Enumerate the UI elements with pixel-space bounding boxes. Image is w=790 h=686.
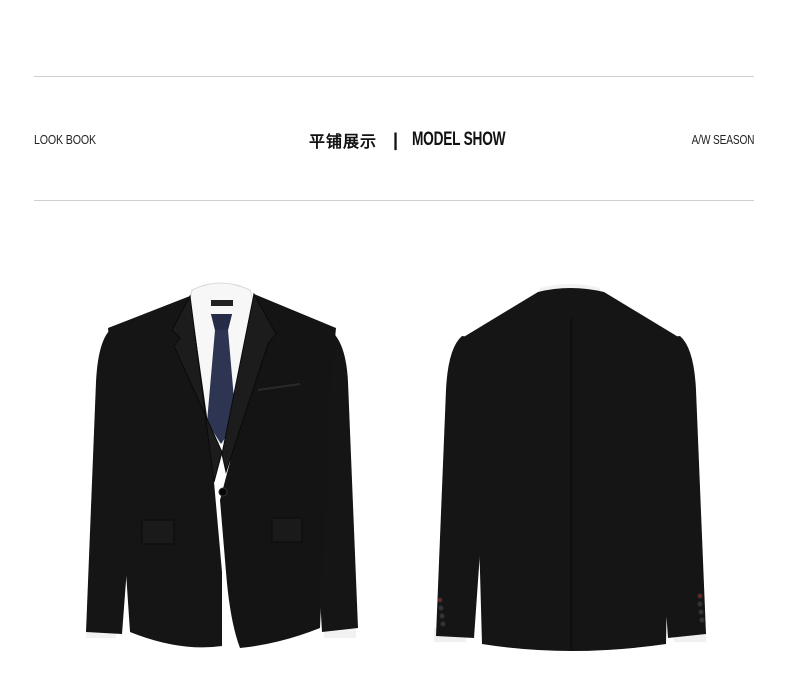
look-book-label: LOOK BOOK	[34, 132, 96, 147]
title-chinese: 平铺展示	[309, 132, 378, 151]
suit-jacket-back-image	[434, 284, 706, 651]
season-label: A/W SEASON	[691, 132, 754, 147]
section-title: 平铺展示 | MODEL SHOW	[309, 128, 542, 152]
title-english: MODEL SHOW	[412, 129, 506, 150]
bottom-divider	[34, 200, 754, 201]
top-divider	[34, 76, 754, 77]
suit-jacket-front-image	[86, 282, 358, 648]
section-header: LOOK BOOK 平铺展示 | MODEL SHOW A/W SEASON	[34, 128, 754, 152]
title-divider: |	[393, 129, 399, 150]
